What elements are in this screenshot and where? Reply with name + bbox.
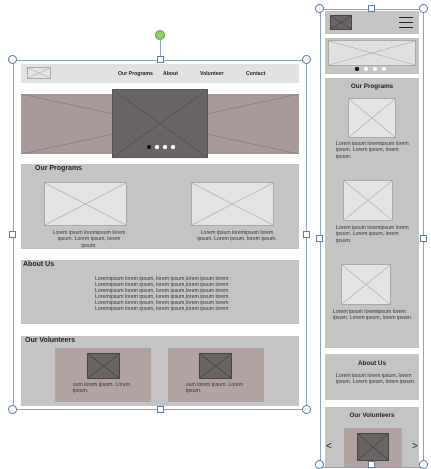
resize-handle-bottom-left[interactable] <box>8 405 17 414</box>
mobile-handle-top-right[interactable] <box>419 4 428 13</box>
resize-handle-bottom-right[interactable] <box>302 405 311 414</box>
resize-handle-bottom[interactable] <box>157 406 164 413</box>
mobile-handle-top-left[interactable] <box>315 4 324 13</box>
mobile-handle-left[interactable] <box>316 235 323 242</box>
mobile-handle-top[interactable] <box>368 5 375 12</box>
mobile-handle-bottom[interactable] <box>368 461 375 468</box>
resize-handle-left[interactable] <box>9 231 16 238</box>
resize-handle-top[interactable] <box>157 56 164 63</box>
rotate-handle[interactable] <box>155 30 165 40</box>
resize-handle-right[interactable] <box>303 231 310 238</box>
mobile-handle-right[interactable] <box>420 235 427 242</box>
mobile-selection-frame <box>320 9 424 468</box>
resize-handle-top-left[interactable] <box>8 55 17 64</box>
desktop-selection-frame <box>13 60 307 410</box>
resize-handle-top-right[interactable] <box>302 55 311 64</box>
